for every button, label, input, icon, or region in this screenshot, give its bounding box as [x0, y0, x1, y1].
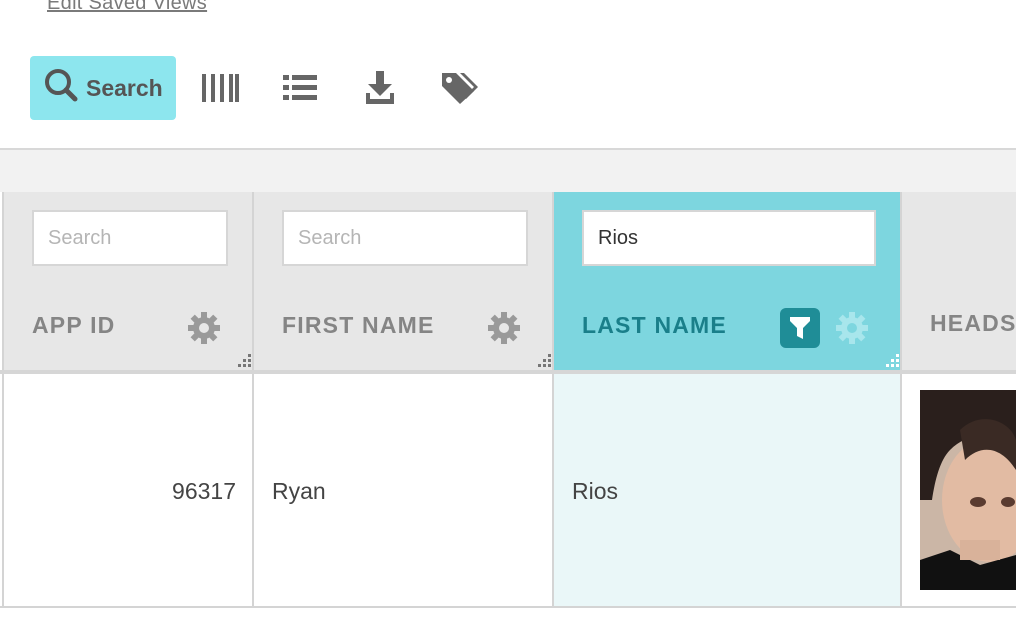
search-button-label: Search: [86, 74, 163, 101]
search-icon: [44, 68, 78, 108]
table-top-band: [0, 150, 1016, 192]
column-header-first-name: FIRST NAME: [252, 192, 554, 372]
tags-icon[interactable]: [440, 70, 480, 106]
page: Edit Saved Views Search Search APP ID Se…: [0, 0, 1016, 618]
column-resize-handle[interactable]: [238, 354, 252, 368]
toolbar: Search: [30, 56, 176, 120]
column-header-headshot: HEADS: [900, 192, 1016, 372]
columns-icon[interactable]: [200, 70, 240, 106]
table-cell-first-name[interactable]: Ryan: [252, 374, 554, 608]
column-title[interactable]: APP ID: [32, 312, 115, 339]
gear-icon[interactable]: [834, 310, 870, 346]
search-button[interactable]: Search: [30, 56, 176, 120]
column-resize-handle[interactable]: [538, 354, 552, 368]
table-cell-app-id[interactable]: 96317: [2, 374, 254, 608]
column-resize-handle[interactable]: [886, 354, 900, 368]
gear-icon[interactable]: [186, 310, 222, 346]
next-row-edge: [0, 608, 1016, 618]
download-icon[interactable]: [360, 70, 400, 106]
cell-value: Ryan: [272, 477, 326, 504]
column-title[interactable]: LAST NAME: [582, 312, 727, 339]
column-title[interactable]: FIRST NAME: [282, 312, 435, 339]
column-header-last-name: LAST NAME: [552, 192, 902, 372]
column-header-app-id: APP ID: [2, 192, 254, 372]
cell-value: Rios: [572, 477, 619, 504]
edit-saved-views-link[interactable]: Edit Saved Views: [47, 0, 207, 15]
last-name-filter-input[interactable]: [582, 210, 876, 266]
gear-icon[interactable]: [486, 310, 522, 346]
column-title[interactable]: HEADS: [930, 310, 1016, 337]
headshot-image: [920, 390, 1016, 590]
table-cell-last-name[interactable]: Rios: [552, 374, 902, 608]
cell-value: 96317: [172, 477, 236, 504]
filter-active-icon[interactable]: [780, 308, 820, 348]
first-name-filter-input[interactable]: [282, 210, 528, 266]
list-icon[interactable]: [280, 70, 320, 106]
app-id-filter-input[interactable]: [32, 210, 228, 266]
